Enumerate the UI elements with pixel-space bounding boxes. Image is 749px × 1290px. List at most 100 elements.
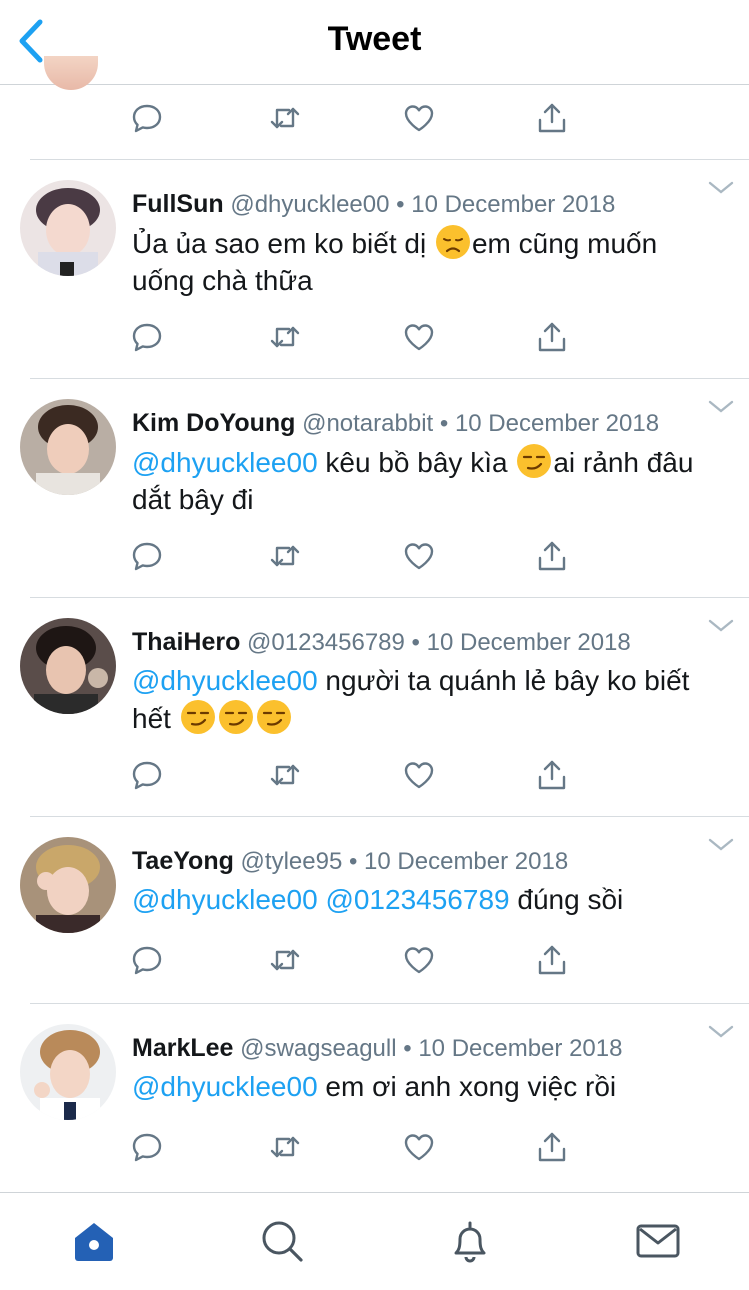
tweet-actions — [130, 539, 575, 579]
share-button[interactable] — [535, 539, 575, 579]
tweet-menu-button[interactable] — [707, 618, 735, 634]
user-handle[interactable]: @dhyucklee00 — [230, 191, 389, 218]
heart-icon — [404, 105, 434, 132]
share-button[interactable] — [535, 758, 575, 798]
tweet-date: 10 December 2018 — [418, 1035, 623, 1062]
tweet-text: Ủa ủa sao em ko biết dị em cũng muốn uốn… — [132, 224, 722, 299]
avatar[interactable] — [20, 618, 116, 714]
share-button[interactable] — [535, 943, 575, 983]
retweet-icon — [270, 949, 300, 971]
avatar[interactable] — [44, 56, 98, 90]
like-button[interactable] — [402, 101, 442, 141]
share-button[interactable] — [535, 320, 575, 360]
retweet-button[interactable] — [268, 539, 308, 579]
smirking-face-emoji — [256, 700, 291, 734]
tweet-meta: TaeYong @tylee95 • 10 December 2018 — [132, 847, 568, 876]
smirking-face-emoji — [517, 444, 552, 478]
avatar[interactable] — [20, 837, 116, 933]
avatar[interactable] — [20, 1024, 116, 1120]
tab-messages[interactable] — [634, 1217, 682, 1265]
tweet-menu-button[interactable] — [707, 180, 735, 196]
meta-separator: • — [403, 1035, 412, 1062]
reply-icon — [132, 1133, 162, 1162]
mention-link[interactable]: @0123456789 — [325, 884, 509, 915]
reply-button[interactable] — [130, 1130, 170, 1170]
tweet-text: @dhyucklee00 người ta quánh lẻ bây ko bi… — [132, 662, 722, 737]
retweet-button[interactable] — [268, 943, 308, 983]
user-handle[interactable]: @notarabbit — [302, 410, 433, 437]
user-name[interactable]: TaeYong — [132, 847, 234, 875]
tweet-actions — [130, 101, 575, 141]
retweet-icon — [270, 326, 300, 348]
tweet-meta: Kim DoYoung @notarabbit • 10 December 20… — [132, 409, 659, 438]
reply-button[interactable] — [130, 320, 170, 360]
top-nav-bar: Tweet — [0, 0, 749, 90]
divider — [30, 159, 749, 160]
divider — [30, 597, 749, 598]
tweet-text: @dhyucklee00 em ơi anh xong việc rồi — [132, 1068, 722, 1105]
share-button[interactable] — [535, 1130, 575, 1170]
divider — [30, 378, 749, 379]
user-name[interactable]: ThaiHero — [132, 628, 240, 656]
avatar[interactable] — [20, 180, 116, 276]
like-button[interactable] — [402, 539, 442, 579]
page-title: Tweet — [327, 20, 422, 58]
like-button[interactable] — [402, 320, 442, 360]
tweet-date: 10 December 2018 — [454, 410, 660, 437]
tweet-actions — [130, 1130, 575, 1170]
bell-icon — [454, 1221, 486, 1263]
tweet-text-part: đúng sồi — [509, 884, 624, 915]
user-handle[interactable]: @0123456789 — [247, 629, 405, 656]
tweet-text: @dhyucklee00 @0123456789 đúng sồi — [132, 881, 722, 918]
share-icon — [538, 1132, 566, 1162]
retweet-icon — [270, 764, 300, 786]
reply-button[interactable] — [130, 943, 170, 983]
reply-button[interactable] — [130, 539, 170, 579]
heart-icon — [404, 1134, 434, 1161]
chevron-down-icon — [708, 1025, 734, 1038]
share-button[interactable] — [535, 101, 575, 141]
like-button[interactable] — [402, 758, 442, 798]
tweet-date: 10 December 2018 — [426, 629, 631, 656]
tweet-meta: FullSun @dhyucklee00 • 10 December 2018 — [132, 190, 615, 219]
tab-notifications[interactable] — [446, 1217, 494, 1265]
tweet-menu-button[interactable] — [707, 1024, 735, 1040]
reply-icon — [132, 323, 162, 352]
reply-button[interactable] — [130, 758, 170, 798]
tweet-menu-button[interactable] — [707, 837, 735, 853]
user-name[interactable]: FullSun — [132, 190, 224, 218]
tab-search[interactable] — [258, 1217, 306, 1265]
divider — [30, 816, 749, 817]
reply-button[interactable] — [130, 101, 170, 141]
mention-link[interactable]: @dhyucklee00 — [132, 1071, 318, 1102]
heart-icon — [404, 947, 434, 974]
retweet-button[interactable] — [268, 758, 308, 798]
avatar[interactable] — [20, 399, 116, 495]
reply-icon — [132, 542, 162, 571]
user-name[interactable]: Kim DoYoung — [132, 409, 295, 437]
tweet-actions — [130, 758, 575, 798]
divider — [30, 1003, 749, 1004]
home-icon — [75, 1223, 113, 1261]
mention-link[interactable]: @dhyucklee00 — [132, 665, 318, 696]
heart-icon — [404, 762, 434, 789]
retweet-button[interactable] — [268, 1130, 308, 1170]
like-button[interactable] — [402, 1130, 442, 1170]
meta-separator: • — [348, 848, 358, 875]
retweet-button[interactable] — [268, 320, 308, 360]
user-handle[interactable]: @tylee95 — [241, 848, 343, 875]
user-name[interactable]: MarkLee — [132, 1034, 233, 1062]
tweet-actions — [130, 943, 575, 983]
tweet-meta: ThaiHero @0123456789 • 10 December 2018 — [132, 628, 631, 657]
tweet-text-part: Ủa ủa sao em ko biết dị — [132, 228, 434, 259]
mention-link[interactable]: @dhyucklee00 — [132, 447, 318, 478]
smirking-face-emoji — [180, 700, 215, 734]
like-button[interactable] — [402, 943, 442, 983]
user-handle[interactable]: @swagseagull — [240, 1035, 396, 1062]
tab-home[interactable] — [70, 1217, 118, 1265]
mention-link[interactable]: @dhyucklee00 — [132, 884, 318, 915]
tweet-menu-button[interactable] — [707, 399, 735, 415]
retweet-icon — [270, 1136, 300, 1158]
retweet-button[interactable] — [268, 101, 308, 141]
disappointed-face-emoji — [435, 225, 470, 259]
